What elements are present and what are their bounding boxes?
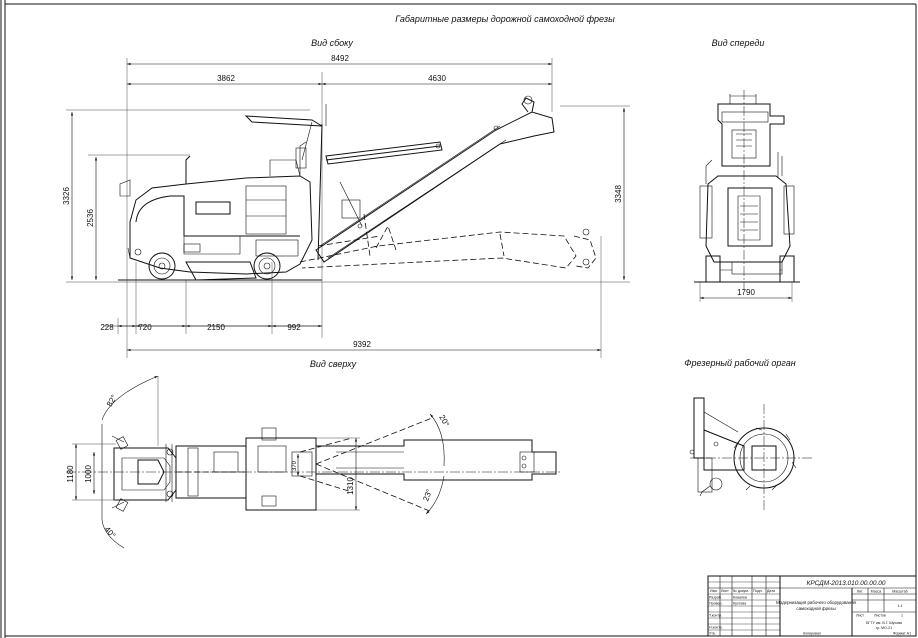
dim-front-width: 1790 (737, 288, 755, 297)
title-block-role-8: Н.контр. (709, 626, 723, 630)
title-block-role-3: Подп. (753, 589, 763, 593)
title-block-role-6: Провер. (709, 602, 722, 606)
front-view: 1790 (694, 90, 800, 302)
title-block-sheets: Листов (874, 614, 886, 618)
top-view: 82° 40° 20° 23° 1180 1000 1310 370 (66, 375, 560, 549)
dim-bottom-3: 2150 (207, 323, 225, 332)
title-block-name-1: Модернизация рабочего оборудования (776, 600, 856, 605)
title-block-scale-value: 1:1 (898, 604, 903, 608)
dim-bottom-1: 228 (100, 323, 114, 332)
cutter-view (689, 397, 812, 512)
title-block-role-9: Утв. (709, 632, 716, 636)
title-block-role-7: Т.контр. (709, 614, 722, 618)
title-block-format: Формат А1 (893, 632, 911, 636)
title-block-col-scale: Масштаб (892, 590, 907, 594)
dim-top-width-inner: 1000 (84, 465, 93, 483)
angle-upper-left: 82° (105, 393, 119, 408)
title-block-name-0: Ковалев (733, 596, 747, 600)
angle-lower-right: 23° (421, 488, 434, 502)
main-title: Габаритные размеры дорожной самоходной ф… (395, 14, 615, 24)
title-block-col-mass: Масса (871, 590, 882, 594)
title-block-copied: Копировал (803, 632, 821, 636)
title-block-role-5: Разраб. (709, 596, 722, 600)
title-block: КРСДМ-2013.010.00.00.00 Модернизация раб… (707, 575, 917, 637)
title-block-org-2: гр. МО-21 (876, 626, 892, 630)
dim-upper-left: 3862 (217, 74, 235, 83)
title-block-sheet: Лист (856, 614, 864, 618)
cutter-view-title: Фрезерный рабочий орган (684, 358, 795, 368)
dim-top-small: 370 (292, 460, 298, 471)
front-view-title: Вид спереди (712, 38, 765, 48)
drawing-sheet: Габаритные размеры дорожной самоходной ф… (0, 0, 917, 638)
dim-overall-bottom: 9392 (353, 340, 371, 349)
title-block-name-1b: Кустова (733, 602, 746, 606)
dim-height-total: 3326 (62, 187, 71, 205)
dim-bottom-4: 992 (287, 323, 301, 332)
title-block-col-lit: Лит. (857, 590, 864, 594)
title-block-role-0: Изм. (710, 589, 718, 593)
dim-height-conveyor: 3348 (614, 185, 623, 203)
title-block-org-1: БГТУ им. В.Г. Шухова (866, 621, 902, 625)
title-block-sheets-value: 1 (901, 614, 903, 618)
top-view-title: Вид сверху (310, 359, 357, 369)
side-view-title: Вид сбоку (311, 38, 353, 48)
dim-overall-top: 8492 (331, 54, 349, 63)
title-block-name-2: самоходной фрезы (796, 606, 835, 611)
side-view: 8492 3862 4630 3326 2536 3348 228 720 21… (62, 54, 630, 358)
dim-top-track: 1310 (346, 477, 355, 495)
title-block-role-2: № докум. (733, 589, 749, 593)
dim-height-cab: 2536 (86, 209, 95, 227)
title-block-role-1: Лист (721, 589, 729, 593)
sheet-frame (0, 0, 917, 638)
title-block-role-4: Дата (767, 589, 775, 593)
dim-upper-right: 4630 (428, 74, 446, 83)
dim-top-width-outer: 1180 (66, 465, 75, 483)
title-block-designation: КРСДМ-2013.010.00.00.00 (806, 580, 885, 587)
dim-bottom-2: 720 (138, 323, 152, 332)
angle-lower-left: 40° (103, 525, 118, 540)
angle-upper-right: 20° (437, 413, 451, 428)
